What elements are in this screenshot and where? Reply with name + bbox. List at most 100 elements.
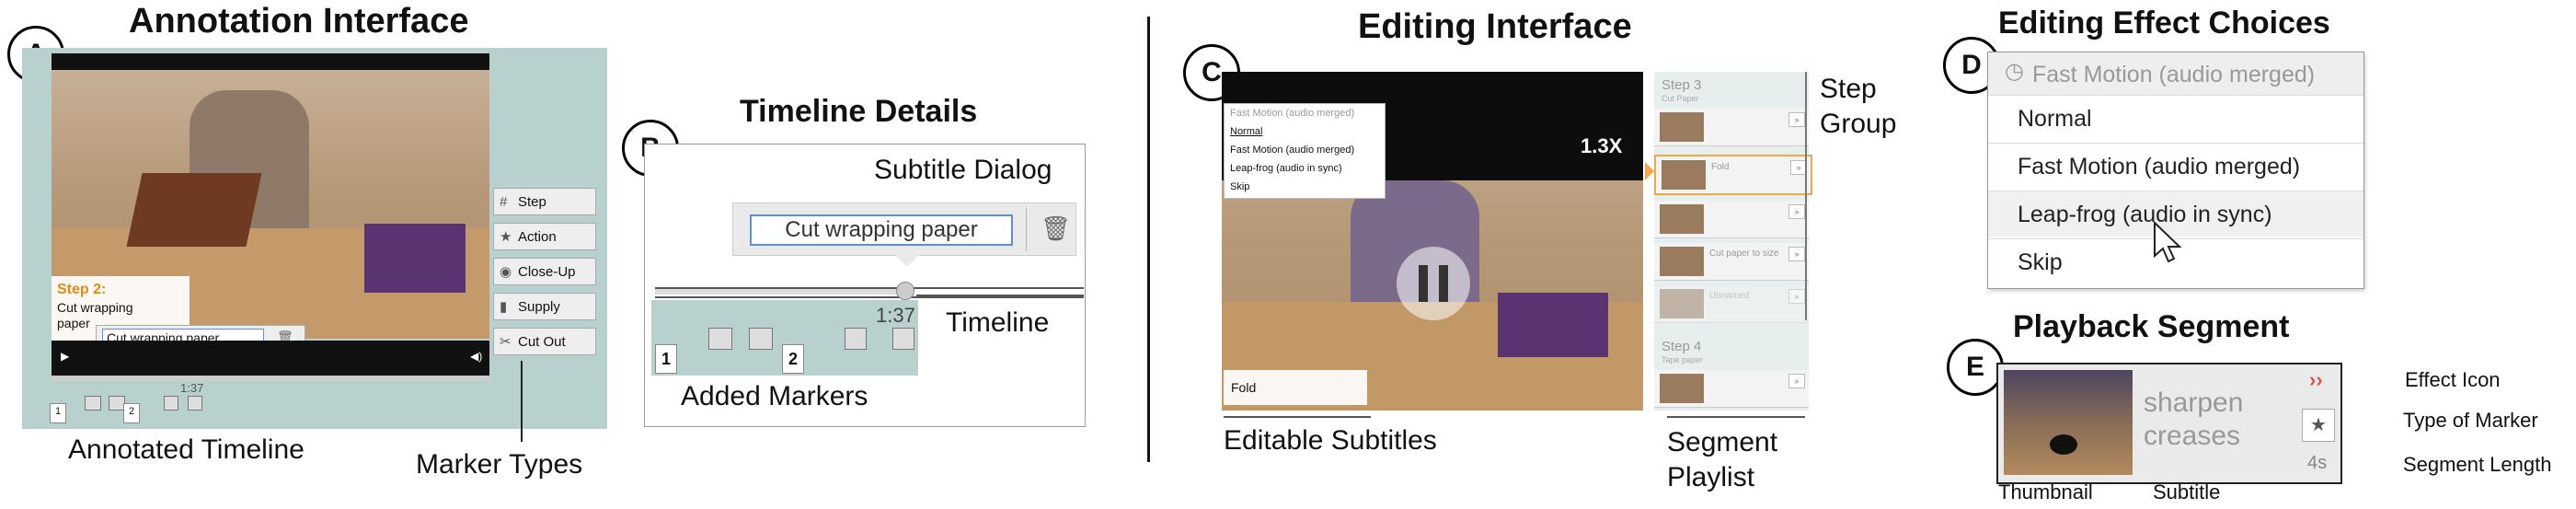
marker-action[interactable] (892, 328, 914, 350)
marker-step-2[interactable]: 2 (123, 403, 140, 423)
cursor-icon (2153, 220, 2184, 270)
caption-marker-types: Marker Types (416, 449, 583, 480)
panel-d-title: Editing Effect Choices (1998, 6, 2330, 40)
thumbnail (1660, 289, 1704, 318)
box-icon: ▮ (500, 299, 508, 315)
caption-annotated-timeline: Annotated Timeline (68, 434, 305, 465)
effect-dropdown-small[interactable]: Fast Motion (audio merged) Normal Fast M… (1224, 103, 1386, 199)
marker-step-1[interactable]: 1 (50, 403, 66, 423)
scissors-icon: ✂ (500, 334, 512, 350)
eye-icon: ◉ (500, 264, 512, 280)
playhead[interactable] (896, 282, 914, 300)
effect-icon: » (1788, 289, 1805, 304)
panel-c-title: Editing Interface (1358, 7, 1632, 46)
effect-icon: » (1788, 112, 1805, 127)
subtitle-dialog-label: Subtitle Dialog (874, 155, 1052, 185)
dropdown-option[interactable]: Fast Motion (audio merged) (1230, 145, 1354, 156)
step3-title: Step 3 (1662, 77, 1702, 93)
effect-icon: » (1788, 247, 1805, 261)
marker-action[interactable] (164, 396, 178, 411)
trash-icon[interactable]: 🗑 (1041, 214, 1071, 243)
annotated-timeline[interactable] (52, 376, 489, 381)
pause-icon[interactable] (1397, 247, 1470, 320)
step3-sub: Cut Paper (1662, 94, 1699, 103)
video-top-bar (52, 53, 489, 70)
option-fast-motion[interactable]: Fast Motion (audio merged) (1988, 143, 2363, 189)
type-of-marker-label: Type of Marker (2403, 409, 2538, 432)
playlist-item[interactable]: » (1654, 370, 1809, 408)
effect-icon: » (1788, 204, 1805, 219)
marker-type-supply[interactable]: ▮ Supply (493, 293, 596, 320)
segment-subtitle: sharpen creases (2144, 388, 2244, 451)
subtitle-dialog: Cut wrapping paper 🗑 (732, 202, 1076, 256)
subtitle-leader (1224, 416, 1371, 418)
thumbnail (1660, 374, 1704, 403)
marker-type-close-up[interactable]: ◉ Close-Up (493, 258, 596, 285)
dropdown-option[interactable]: Normal (1230, 126, 1262, 137)
panel-e-letter: E (1947, 339, 2004, 396)
marker-type-label: Close-Up (518, 264, 576, 280)
effect-icon: » (1788, 374, 1805, 388)
purple-gift (1498, 293, 1608, 357)
option-normal[interactable]: Normal (1988, 95, 2363, 141)
marker-type-label: Supply (518, 299, 560, 315)
step4-title: Step 4 (1662, 339, 1702, 354)
marker-action[interactable] (188, 396, 202, 411)
pause-bar (1439, 265, 1448, 302)
section-divider (1147, 17, 1150, 462)
segment-length-label: Segment Length (2403, 453, 2552, 476)
marker-supply[interactable] (708, 328, 732, 350)
marker-type-step[interactable]: # Step (493, 188, 596, 215)
dropdown-header-text: Fast Motion (audio merged) (2032, 62, 2316, 87)
playlist-item-text: Fold (1711, 162, 1730, 172)
marker-type-label: Cut Out (518, 334, 566, 350)
pause-bar (1419, 265, 1428, 302)
marker-step-2[interactable]: 2 (782, 344, 804, 374)
marker-type-action[interactable]: ★ Action (493, 223, 596, 250)
dropdown-header: Fast Motion (audio merged) (1230, 108, 1355, 119)
thumbnail (1660, 204, 1704, 234)
thumbnail (1662, 160, 1706, 190)
segment-playlist-label: Segment Playlist (1667, 427, 1778, 492)
clock-icon: ◷ (2005, 59, 2024, 84)
dropdown-option[interactable]: Leap-frog (audio in sync) (1230, 163, 1342, 174)
play-icon[interactable]: ▶ (61, 350, 69, 363)
subtitle-input-b[interactable]: Cut wrapping paper (750, 214, 1013, 246)
thumbnail (1660, 112, 1704, 142)
marker-type-icon: ★ (2302, 409, 2335, 442)
playlist-item[interactable]: » (1654, 109, 1809, 146)
segment-thumbnail (2004, 370, 2133, 475)
hash-icon: # (500, 194, 508, 210)
dropdown-option[interactable]: Skip (1230, 181, 1249, 192)
editable-subtitle[interactable]: Fold (1224, 370, 1367, 405)
panel-b-title: Timeline Details (740, 94, 978, 129)
timestamp-a: 1:37 (180, 381, 204, 395)
playlist-item[interactable]: » (1654, 201, 1809, 238)
playlist-item-selected[interactable]: Fold» (1654, 155, 1812, 195)
timeline-leader (916, 295, 1084, 296)
added-markers-label: Added Markers (681, 381, 868, 411)
step-group-label: Step Group (1820, 74, 1897, 139)
purple-gift (364, 224, 466, 293)
step-label: Step 2: (57, 282, 107, 297)
marker-action[interactable] (845, 328, 867, 350)
dialog-divider (1026, 207, 1027, 251)
timestamp-b: 1:37 (876, 304, 915, 327)
marker-supply[interactable] (749, 328, 773, 350)
playlist-pointer (1645, 162, 1654, 180)
video-controls: ▶ ◀) (52, 341, 489, 376)
playlist-item[interactable]: Cut paper to size » (1654, 243, 1809, 281)
marker-type-cut-out[interactable]: ✂ Cut Out (493, 328, 596, 355)
thumbnail-label: Thumbnail (1998, 480, 2093, 503)
step4-sub: Tape paper (1662, 355, 1704, 364)
marker-supply[interactable] (85, 396, 101, 411)
marker-step-1[interactable]: 1 (655, 344, 677, 374)
playback-segment[interactable]: sharpen creases ›› ★ 4s (1996, 363, 2342, 484)
panel-e-title: Playback Segment (2013, 309, 2290, 344)
step-group-bracket (1805, 72, 1807, 320)
volume-icon[interactable]: ◀) (470, 350, 482, 363)
dropdown-header[interactable]: ◷ Fast Motion (audio merged) (1988, 52, 2363, 96)
playlist-item[interactable]: Unnamed » (1654, 285, 1809, 323)
dialog-pointer (894, 254, 920, 267)
panel-a-title: Annotation Interface (129, 2, 469, 40)
